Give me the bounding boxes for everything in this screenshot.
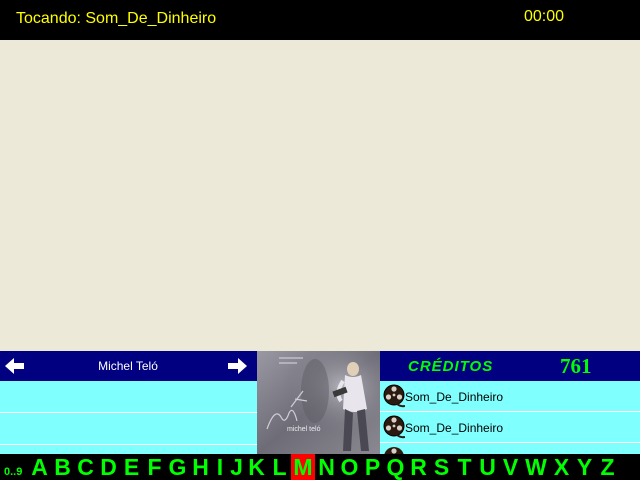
credits-bar: CRÉDITOS 761	[380, 351, 640, 381]
arrow-right-icon[interactable]	[226, 357, 248, 375]
video-area	[0, 40, 640, 351]
letter-keys: ABCDEFGHIJKLMNOPQRSTUVWXYZ	[28, 454, 619, 480]
letter-key-b[interactable]: B	[51, 454, 74, 480]
queue-item[interactable]: Som_De_Dinheiro	[380, 412, 640, 443]
letter-key-i[interactable]: I	[212, 454, 228, 480]
letter-key-v[interactable]: V	[499, 454, 522, 480]
letter-key-t[interactable]: T	[453, 454, 476, 480]
list-item[interactable]	[0, 445, 257, 454]
clock-display: 00:00	[524, 8, 565, 25]
queue-item-title: Som_De_Dinheiro	[405, 390, 504, 404]
now-playing-label: Tocando: Som_De_Dinheiro	[16, 10, 217, 27]
letter-key-h[interactable]: H	[189, 454, 212, 480]
queue-item-title: Som_De_Dinheiro	[405, 421, 504, 435]
letter-key-x[interactable]: X	[550, 454, 573, 480]
credits-label: CRÉDITOS	[408, 358, 494, 375]
letter-key-z[interactable]: Z	[596, 454, 619, 480]
letter-key-q[interactable]: Q	[384, 454, 407, 480]
artist-name: Michel Teló	[98, 359, 158, 373]
credits-value: 761	[560, 354, 592, 378]
top-bar: Tocando: Som_De_Dinheiro 00:00	[0, 0, 640, 40]
letter-key-f[interactable]: F	[143, 454, 166, 480]
letter-key-p[interactable]: P	[361, 454, 384, 480]
letter-key-g[interactable]: G	[166, 454, 189, 480]
digits-key[interactable]: 0..9	[4, 466, 22, 478]
film-reel-icon	[383, 384, 406, 408]
artist-navigation-bar: Michel Teló	[0, 351, 257, 381]
letter-key-d[interactable]: D	[97, 454, 120, 480]
letter-key-n[interactable]: N	[315, 454, 338, 480]
letter-key-m[interactable]: M	[291, 454, 315, 480]
letter-key-k[interactable]: K	[245, 454, 268, 480]
letter-key-l[interactable]: L	[268, 454, 291, 480]
letter-key-w[interactable]: W	[522, 454, 550, 480]
album-cover-title: michel teló	[287, 426, 321, 433]
queue-item[interactable]	[380, 443, 640, 454]
list-item[interactable]	[0, 381, 257, 413]
album-cover-image[interactable]: michel teló	[257, 351, 380, 454]
letter-key-o[interactable]: O	[338, 454, 361, 480]
letter-key-u[interactable]: U	[476, 454, 499, 480]
letter-key-y[interactable]: Y	[573, 454, 596, 480]
letter-key-e[interactable]: E	[120, 454, 143, 480]
film-reel-icon	[383, 446, 405, 454]
queue-item[interactable]: Som_De_Dinheiro	[380, 381, 640, 412]
artist-song-list[interactable]	[0, 381, 257, 454]
letter-key-j[interactable]: J	[228, 454, 245, 480]
film-reel-icon	[383, 415, 406, 439]
list-item[interactable]	[0, 413, 257, 445]
letter-key-r[interactable]: R	[407, 454, 430, 480]
play-queue: Som_De_Dinheiro Som_De_Dinheiro	[380, 381, 640, 454]
letter-key-c[interactable]: C	[74, 454, 97, 480]
arrow-left-icon[interactable]	[4, 357, 26, 375]
letter-key-a[interactable]: A	[28, 454, 51, 480]
letter-index-bar: 0..9 ABCDEFGHIJKLMNOPQRSTUVWXYZ	[0, 454, 640, 480]
letter-key-s[interactable]: S	[430, 454, 453, 480]
